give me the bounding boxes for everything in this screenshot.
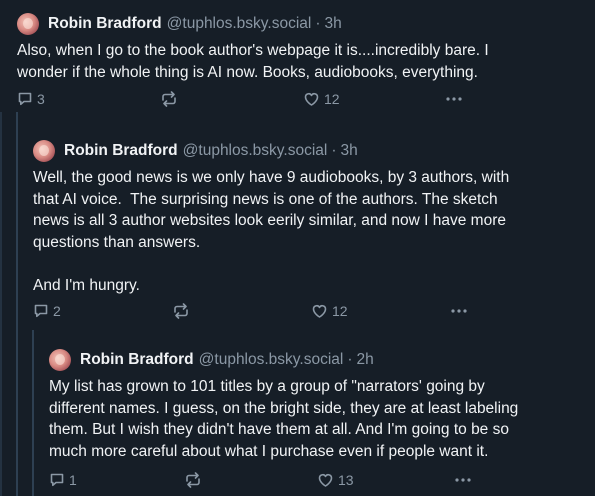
more-button[interactable] xyxy=(454,469,472,491)
repost-icon xyxy=(186,472,200,488)
reply-icon xyxy=(34,304,48,318)
like-button[interactable]: 12 xyxy=(303,88,340,110)
reply-button[interactable]: 3 xyxy=(17,88,45,110)
post-actions: 2 12 xyxy=(33,300,595,322)
author-name[interactable]: Robin Bradford xyxy=(80,351,194,369)
separator: · xyxy=(331,142,337,159)
thread-line xyxy=(16,112,18,496)
like-button[interactable]: 13 xyxy=(317,469,354,491)
more-icon xyxy=(446,97,462,101)
separator: · xyxy=(315,15,321,32)
repost-icon xyxy=(174,303,188,319)
timestamp[interactable]: 3h xyxy=(325,15,342,33)
like-count: 12 xyxy=(324,91,340,107)
post-text: Well, the good news is we only have 9 au… xyxy=(33,169,510,294)
thread-line xyxy=(0,112,2,496)
avatar[interactable] xyxy=(17,13,39,35)
avatar[interactable] xyxy=(33,140,55,162)
separator: · xyxy=(347,351,353,368)
more-button[interactable] xyxy=(445,88,463,110)
author-handle[interactable]: @tuphlos.bsky.social xyxy=(167,15,312,33)
author-handle[interactable]: @tuphlos.bsky.social xyxy=(199,351,344,369)
post-text: Also, when I go to the book author's web… xyxy=(17,42,489,81)
like-icon xyxy=(312,305,327,318)
reply-count: 1 xyxy=(69,472,77,488)
more-icon xyxy=(451,309,467,313)
like-icon xyxy=(304,93,319,106)
repost-button[interactable] xyxy=(172,300,190,322)
post-header: Robin Bradford @tuphlos.bsky.social · 3h xyxy=(33,140,595,162)
like-count: 13 xyxy=(338,472,354,488)
timestamp[interactable]: 2h xyxy=(357,351,374,369)
like-count: 12 xyxy=(332,303,348,319)
avatar[interactable] xyxy=(49,349,71,371)
like-button[interactable]: 12 xyxy=(311,300,348,322)
reply-button[interactable]: 1 xyxy=(49,469,77,491)
more-button[interactable] xyxy=(450,300,468,322)
reply-button[interactable]: 2 xyxy=(33,300,61,322)
post-text: My list has grown to 101 titles by a gro… xyxy=(49,378,519,460)
post[interactable]: Robin Bradford @tuphlos.bsky.social · 3h… xyxy=(17,13,595,110)
reply-icon xyxy=(50,473,64,487)
author-name[interactable]: Robin Bradford xyxy=(48,15,162,33)
post-header: Robin Bradford @tuphlos.bsky.social · 2h xyxy=(49,349,595,371)
reply-icon xyxy=(18,92,32,106)
reply-count: 2 xyxy=(53,303,61,319)
thread-line xyxy=(32,330,34,496)
post-actions: 3 12 xyxy=(17,88,595,110)
repost-button[interactable] xyxy=(184,469,202,491)
reply-count: 3 xyxy=(37,91,45,107)
more-icon xyxy=(455,478,471,482)
timestamp[interactable]: 3h xyxy=(341,142,358,160)
author-name[interactable]: Robin Bradford xyxy=(64,142,178,160)
post[interactable]: Robin Bradford @tuphlos.bsky.social · 3h… xyxy=(33,140,595,322)
repost-button[interactable] xyxy=(160,88,178,110)
post-actions: 1 13 xyxy=(49,469,595,491)
post[interactable]: Robin Bradford @tuphlos.bsky.social · 2h… xyxy=(49,349,595,491)
like-icon xyxy=(318,474,333,487)
post-header: Robin Bradford @tuphlos.bsky.social · 3h xyxy=(17,13,595,35)
author-handle[interactable]: @tuphlos.bsky.social xyxy=(183,142,328,160)
repost-icon xyxy=(162,91,176,107)
